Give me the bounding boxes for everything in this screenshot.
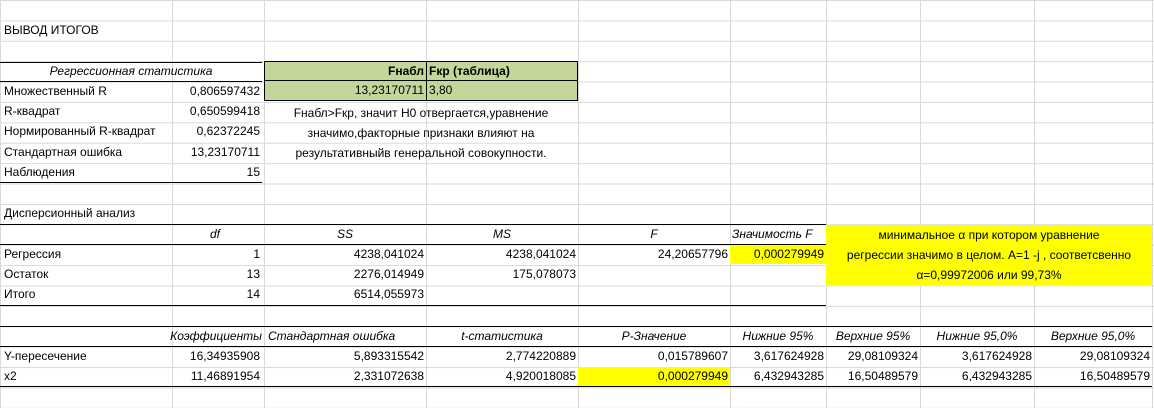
coef-value[interactable]: 11,46891954 xyxy=(172,367,262,386)
coef-header[interactable]: Верхние 95,0% xyxy=(1034,327,1152,346)
stat-label[interactable]: Наблюдения xyxy=(2,163,172,182)
anova-row-label[interactable]: Итого xyxy=(2,285,172,304)
coef-value[interactable]: 4,920018085 xyxy=(426,367,578,386)
fnabl-header[interactable]: Fнабл xyxy=(265,62,427,81)
f-table: Fнабл Fкр (таблица) 13,23170711 3,80 xyxy=(264,61,578,101)
coef-header[interactable]: Нижние 95,0% xyxy=(920,327,1034,346)
coef-header[interactable]: Коэффициенты xyxy=(140,327,264,346)
coef-value[interactable]: 16,50489579 xyxy=(826,367,920,386)
fnabl-value[interactable]: 13,23170711 xyxy=(265,81,427,100)
coef-value[interactable]: 5,893315542 xyxy=(264,347,426,366)
coef-value[interactable]: 0,015789607 xyxy=(578,347,730,366)
anova-row-label[interactable]: Остаток xyxy=(2,265,172,284)
fkr-header[interactable]: Fкр (таблица) xyxy=(427,62,577,81)
coef-value[interactable]: 16,50489579 xyxy=(1034,367,1152,386)
stat-label[interactable]: R-квадрат xyxy=(2,102,172,121)
coef-p-value-highlight[interactable]: 0,000279949 xyxy=(578,367,730,386)
coef-header[interactable]: Нижние 95% xyxy=(730,327,826,346)
spreadsheet-grid[interactable]: ВЫВОД ИТОГОВ Регрессионная статистика Мн… xyxy=(0,0,1154,408)
anova-title[interactable]: Дисперсионный анализ xyxy=(2,204,262,223)
table-border xyxy=(0,182,262,183)
table-border xyxy=(0,386,1152,387)
stat-value[interactable]: 0,650599418 xyxy=(172,102,262,121)
note-line: регрессии значимо в целом. А=1 -j , соот… xyxy=(846,248,1132,262)
anova-header-f[interactable]: F xyxy=(578,225,730,244)
coef-value[interactable]: 16,34935908 xyxy=(172,347,262,366)
fkr-value[interactable]: 3,80 xyxy=(427,81,577,100)
coef-header[interactable]: P-Значение xyxy=(578,327,730,346)
anova-header-ss[interactable]: SS xyxy=(264,225,426,244)
report-title[interactable]: ВЫВОД ИТОГОВ xyxy=(2,21,262,40)
anova-ss[interactable]: 4238,041024 xyxy=(264,245,426,264)
f-conclusion-note: Fнабл>Fкр, значит Н0 отвергается,уравнен… xyxy=(264,103,578,163)
note-line: значимо,факторные признаки влияют на xyxy=(307,126,535,140)
coef-header[interactable]: t-статистика xyxy=(426,327,578,346)
coef-value[interactable]: 2,331072638 xyxy=(264,367,426,386)
stat-label[interactable]: Нормированный R-квадрат xyxy=(2,122,172,141)
stat-value[interactable]: 0,806597432 xyxy=(172,82,262,101)
note-line: Fнабл>Fкр, значит Н0 отвергается,уравнен… xyxy=(293,106,549,120)
anova-df[interactable]: 13 xyxy=(172,265,262,284)
anova-header-df[interactable]: df xyxy=(172,225,222,244)
anova-df[interactable]: 14 xyxy=(172,285,262,304)
anova-ms[interactable]: 4238,041024 xyxy=(426,245,578,264)
table-border xyxy=(0,305,826,306)
coef-value[interactable]: 2,774220889 xyxy=(426,347,578,366)
coef-value[interactable]: 3,617624928 xyxy=(730,347,826,366)
regression-stats-header[interactable]: Регрессионная статистика xyxy=(0,62,262,81)
stat-value[interactable]: 0,62372245 xyxy=(172,122,262,141)
note-line: α=0,99972006 или 99,73% xyxy=(916,268,1062,282)
coef-value[interactable]: 6,432943285 xyxy=(920,367,1034,386)
stat-label[interactable]: Стандартная ошибка xyxy=(2,143,172,162)
gridline xyxy=(1152,0,1153,408)
alpha-note: минимальное α при котором уравнение регр… xyxy=(826,225,1152,285)
coef-value[interactable]: 29,08109324 xyxy=(1034,347,1152,366)
anova-ss[interactable]: 6514,055973 xyxy=(264,285,426,304)
stat-label[interactable]: Множественный R xyxy=(2,82,172,101)
coef-row-label[interactable]: x2 xyxy=(2,367,172,386)
anova-header-significance[interactable]: Значимость F xyxy=(730,225,826,244)
note-line: результативныйв генеральной совокупности… xyxy=(295,146,547,160)
coef-header[interactable]: Верхние 95% xyxy=(826,327,920,346)
anova-ms[interactable]: 175,078073 xyxy=(426,265,578,284)
stat-value[interactable]: 13,23170711 xyxy=(172,143,262,162)
anova-df[interactable]: 1 xyxy=(172,245,262,264)
anova-significance[interactable]: 0,000279949 xyxy=(730,245,826,264)
coef-value[interactable]: 29,08109324 xyxy=(826,347,920,366)
anova-header-ms[interactable]: MS xyxy=(426,225,578,244)
note-line: минимальное α при котором уравнение xyxy=(878,228,1100,242)
coef-value[interactable]: 6,432943285 xyxy=(730,367,826,386)
anova-ss[interactable]: 2276,014949 xyxy=(264,265,426,284)
coef-row-label[interactable]: Y-пересечение xyxy=(2,347,172,366)
coef-header[interactable]: Стандартная ошибка xyxy=(266,327,426,346)
table-border xyxy=(0,62,262,63)
anova-f[interactable]: 24,20657796 xyxy=(578,245,730,264)
coef-value[interactable]: 3,617624928 xyxy=(920,347,1034,366)
stat-value[interactable]: 15 xyxy=(172,163,262,182)
anova-row-label[interactable]: Регрессия xyxy=(2,245,172,264)
